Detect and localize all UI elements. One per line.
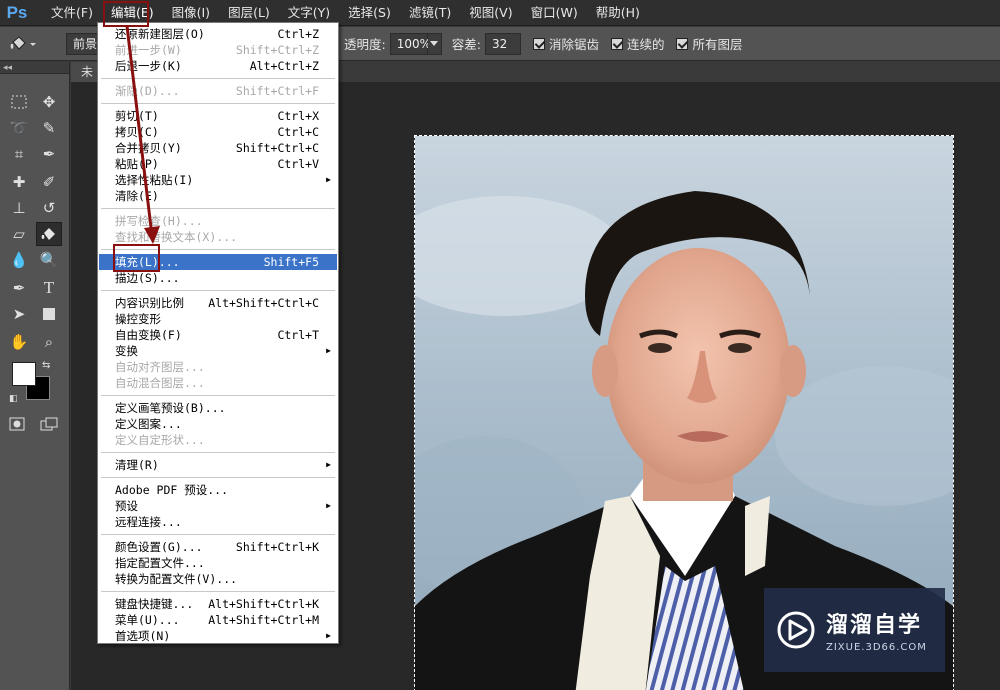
watermark-logo: 溜溜自学 ZIXUE.3D66.COM [764, 588, 945, 672]
foreground-color-swatch[interactable] [12, 362, 36, 386]
watermark-title: 溜溜自学 [826, 613, 923, 638]
watermark-url: ZIXUE.3D66.COM [826, 642, 927, 653]
annotation-arrow-icon [125, 25, 160, 244]
play-logo-icon [777, 611, 815, 649]
